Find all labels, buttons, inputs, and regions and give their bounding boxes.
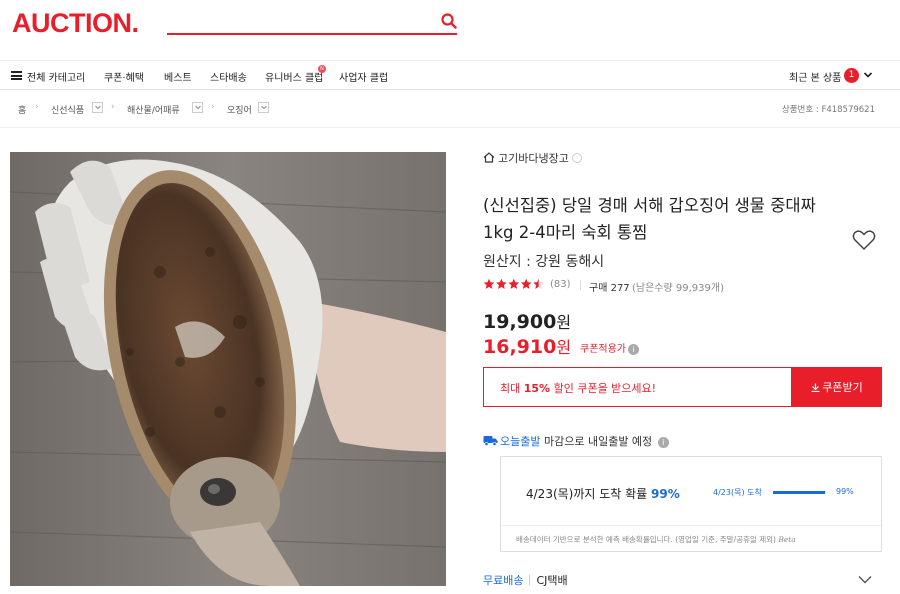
nav-business-club[interactable]: 사업자 클럽 <box>339 69 388 84</box>
prediction-note-text: 배송데이터 기반으로 분석한 예측 배송확률입니다. (영업일 기준, 주말/공… <box>516 535 779 544</box>
nav-coupon[interactable]: 쿠폰·혜택 <box>104 69 144 84</box>
home-icon <box>483 152 495 163</box>
breadcrumb-fresh[interactable]: 신선식품 <box>51 103 84 116</box>
product-image[interactable] <box>10 152 446 586</box>
today-shipping-label: 오늘출발 <box>500 435 541 448</box>
chevron-down-icon[interactable] <box>863 70 873 80</box>
arrival-percent: 99% <box>651 487 680 501</box>
divider <box>529 575 531 585</box>
sale-price-number: 16,910 <box>483 336 557 358</box>
arrival-date-label: 4/23(목) 도착 <box>713 488 762 497</box>
probability-bar <box>773 491 826 494</box>
delivery-prediction-box: 4/23(목)까지 도착 확률 99% 4/23(목) 도착 99% 배송데이터… <box>500 456 882 552</box>
original-price: 19,900원 <box>483 309 571 333</box>
divider <box>580 280 581 290</box>
shipping-row[interactable]: 무료배송 CJ택배 <box>483 572 568 588</box>
coupon-text-pre: 최대 <box>500 382 524 395</box>
breadcrumb-separator: › <box>211 102 215 112</box>
global-nav: 전체 카테고리 쿠폰·혜택 베스트 스타배송 유니버스 클럽 N 사업자 클럽 … <box>0 60 900 90</box>
remaining-stock: (남은수량 99,939개) <box>632 283 724 294</box>
product-number: 상품번호 : F418579621 <box>781 105 875 115</box>
search-icon[interactable] <box>441 13 457 29</box>
coupon-applied-text: 쿠폰적용가 <box>580 344 626 355</box>
menu-icon[interactable] <box>11 71 22 80</box>
star-icon <box>496 278 507 289</box>
prediction-note: 배송데이터 기반으로 분석한 예측 배송확률입니다. (영업일 기준, 주말/공… <box>516 534 796 545</box>
auction-logo[interactable]: AUCTION. <box>12 8 139 39</box>
download-icon <box>811 383 820 393</box>
chevron-down-icon[interactable] <box>192 102 203 113</box>
original-price-number: 19,900 <box>483 311 557 333</box>
chevron-down-icon[interactable] <box>92 102 103 113</box>
breadcrumb-seafood[interactable]: 해산물/어패류 <box>127 103 180 116</box>
breadcrumb-separator: › <box>111 102 115 112</box>
review-count[interactable]: (83) <box>550 279 571 290</box>
info-icon[interactable]: i <box>628 344 639 355</box>
all-categories-link[interactable]: 전체 카테고리 <box>27 69 85 84</box>
get-coupon-button[interactable]: 쿠폰받기 <box>792 367 882 407</box>
store-link[interactable]: 고기바다냉장고 <box>483 150 582 166</box>
recent-viewed-link[interactable]: 최근 본 상품 <box>789 69 841 84</box>
breadcrumb-squid[interactable]: 오징어 <box>227 103 252 116</box>
coupon-text-post: 할인 쿠폰을 받으세요! <box>550 382 657 395</box>
sale-price: 16,910원 <box>483 334 571 358</box>
breadcrumb: 홈 › 신선식품 › 해산물/어패류 › 오징어 상품번호 : F4185796… <box>0 90 900 128</box>
breadcrumb-home[interactable]: 홈 <box>18 103 26 116</box>
info-icon[interactable]: i <box>657 437 669 448</box>
star-icon <box>520 278 532 289</box>
truck-icon <box>483 436 498 446</box>
product-title: (신선집중) 당일 경매 서해 갑오징어 생물 중대짜 1kg 2-4마리 숙회… <box>483 196 816 242</box>
probability-percent: 99% <box>836 487 854 496</box>
coupon-text: 최대 15% 할인 쿠폰을 받으세요! <box>500 380 656 396</box>
probability-bar-fill <box>773 491 826 494</box>
today-shipping-row: 오늘출발 마감으로 내일출발 예정 i <box>483 433 669 449</box>
purchase-count: 구매 277 <box>589 283 630 294</box>
carrier-name: CJ택배 <box>536 574 568 587</box>
chevron-down-icon[interactable] <box>858 575 872 584</box>
coupon-percent: 15% <box>523 382 551 395</box>
chevron-right-icon <box>571 153 582 163</box>
free-shipping-label: 무료배송 <box>483 574 524 587</box>
nav-star-delivery[interactable]: 스타배송 <box>210 69 247 84</box>
breadcrumb-separator: › <box>35 102 39 112</box>
star-icon <box>483 278 495 289</box>
heart-icon[interactable] <box>852 229 876 251</box>
star-rating <box>483 278 544 289</box>
header: AUCTION. <box>0 0 900 60</box>
star-icon <box>508 278 520 289</box>
beta-label: Beta <box>778 535 796 544</box>
new-badge: N <box>318 65 326 73</box>
search-input[interactable] <box>167 33 457 35</box>
today-shipping-text: 마감으로 내일출발 예정 <box>543 435 653 448</box>
store-name: 고기바다냉장고 <box>498 152 569 165</box>
coupon-applied-label: 쿠폰적용가 i <box>580 340 639 355</box>
chevron-down-icon[interactable] <box>258 102 269 113</box>
nav-universe-club[interactable]: 유니버스 클럽 <box>265 69 323 84</box>
nav-best[interactable]: 베스트 <box>164 69 192 84</box>
get-coupon-label: 쿠폰받기 <box>822 382 863 394</box>
coupon-banner[interactable]: 최대 15% 할인 쿠폰을 받으세요! <box>483 367 792 407</box>
arrival-probability: 4/23(목)까지 도착 확률 99% <box>526 485 680 502</box>
sale-price-unit: 원 <box>556 338 572 357</box>
star-icon <box>533 278 544 289</box>
recent-count-badge: 1 <box>844 68 859 83</box>
arrival-text: 4/23(목)까지 도착 확률 <box>526 487 652 501</box>
divider <box>501 525 881 526</box>
origin-text: 원산지 : 강원 동해시 <box>483 254 605 270</box>
original-price-unit: 원 <box>556 313 572 332</box>
